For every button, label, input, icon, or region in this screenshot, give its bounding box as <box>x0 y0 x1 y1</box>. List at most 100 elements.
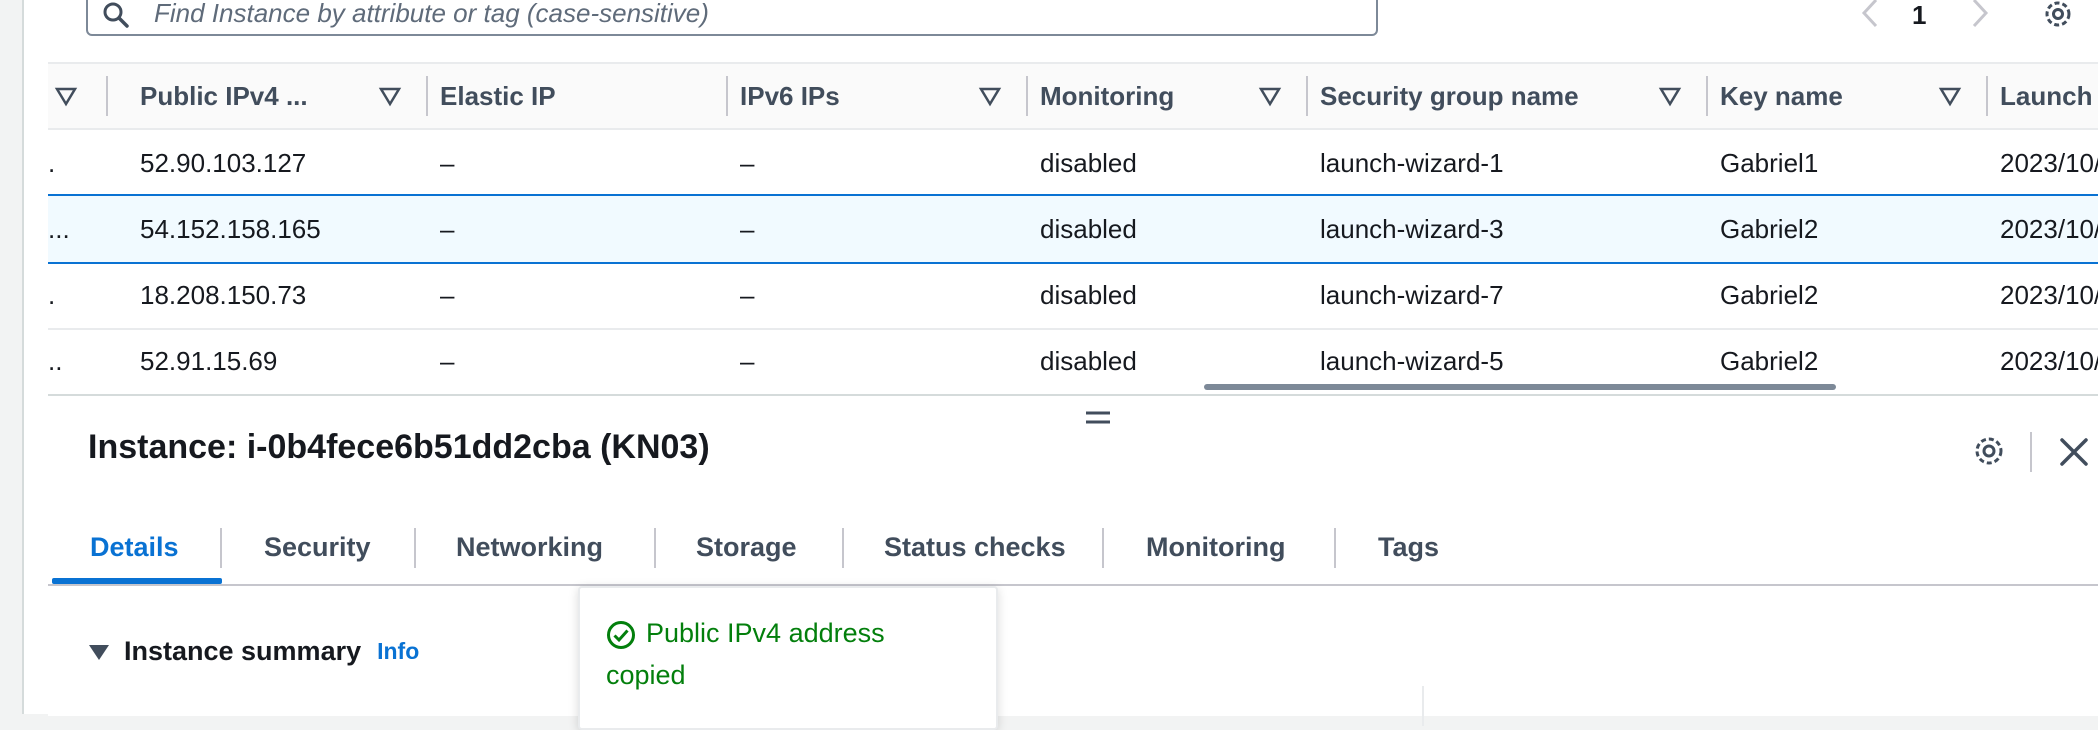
column-separator[interactable] <box>1306 76 1308 116</box>
column-header-key-name[interactable]: Key name <box>1720 64 1990 128</box>
cell-truncated: . <box>48 279 56 310</box>
cell-truncated: .. <box>48 345 63 376</box>
tab-separator <box>654 528 656 568</box>
cell-monitoring: disabled <box>1040 213 1137 244</box>
drag-handle-icon[interactable] <box>1084 408 1112 428</box>
cell-launch-time: 2023/10/ <box>2000 147 2098 178</box>
cell-monitoring: disabled <box>1040 279 1137 310</box>
instance-details-panel: Instance: i-0b4fece6b51dd2cba (KN03) Det… <box>48 394 2098 730</box>
cell-launch-time: 2023/10/ <box>2000 279 2098 310</box>
sort-icon[interactable] <box>378 84 402 108</box>
ec2-console: 1 Public IPv4 ... Elastic IP IPv6 IPs <box>22 0 2098 730</box>
column-label: Security group name <box>1320 80 1579 111</box>
tab-separator <box>1334 528 1336 568</box>
column-label: Launch ti <box>2000 80 2098 111</box>
cell-key-name: Gabriel2 <box>1720 279 1819 310</box>
info-link[interactable]: Info <box>377 638 419 665</box>
caret-down-icon[interactable] <box>88 643 110 661</box>
column-separator[interactable] <box>1706 76 1708 116</box>
cell-key-name: Gabriel2 <box>1720 213 1819 244</box>
tab-tags[interactable]: Tags <box>1378 510 1439 584</box>
search-icon <box>103 2 129 28</box>
tab-separator <box>1102 528 1104 568</box>
table-row-selected[interactable]: ... 54.152.158.165 – – disabled launch-w… <box>48 194 2098 264</box>
column-header-elastic-ip[interactable]: Elastic IP <box>440 64 730 128</box>
table-row[interactable]: . 18.208.150.73 – – disabled launch-wiza… <box>48 262 2098 330</box>
table-header: Public IPv4 ... Elastic IP IPv6 IPs Moni… <box>48 64 2098 130</box>
close-icon[interactable] <box>2058 436 2090 468</box>
horizontal-scrollbar[interactable] <box>1204 384 1836 390</box>
tab-status-checks[interactable]: Status checks <box>884 510 1066 584</box>
copy-success-popover: Public IPv4 address copied <box>578 586 998 730</box>
instances-table: Public IPv4 ... Elastic IP IPv6 IPs Moni… <box>48 62 2098 398</box>
copy-success-message: Public IPv4 address copied <box>606 618 885 690</box>
column-header-ipv6[interactable]: IPv6 IPs <box>740 64 1030 128</box>
column-label: Elastic IP <box>440 80 556 111</box>
tab-storage[interactable]: Storage <box>696 510 797 584</box>
cell-launch-time: 2023/10/ <box>2000 345 2098 376</box>
gear-icon[interactable] <box>2040 0 2076 32</box>
column-separator[interactable] <box>1026 76 1028 116</box>
column-separator[interactable] <box>726 76 728 116</box>
section-title: Instance summary <box>124 636 362 666</box>
cell-public-ipv4[interactable]: 52.90.103.127 <box>140 130 306 196</box>
instance-summary-header[interactable]: Instance summary Info <box>88 636 419 667</box>
column-header-public-ipv4[interactable]: Public IPv4 ... <box>140 64 430 128</box>
cell-launch-time: 2023/10/ <box>2000 213 2098 244</box>
cell-security-group[interactable]: launch-wizard-1 <box>1320 130 1504 196</box>
detail-tabs: Details Security Networking Storage Stat… <box>48 510 2098 586</box>
tab-details[interactable]: Details <box>90 510 179 584</box>
cell-public-ipv4[interactable]: 54.152.158.165 <box>140 196 321 262</box>
sort-icon[interactable] <box>54 84 78 108</box>
cell-truncated: ... <box>48 213 70 244</box>
active-tab-indicator <box>52 578 222 584</box>
cell-monitoring: disabled <box>1040 345 1137 376</box>
cell-key-name: Gabriel1 <box>1720 147 1819 178</box>
cell-truncated: . <box>48 147 56 178</box>
column-header-security-group[interactable]: Security group name <box>1320 64 1710 128</box>
current-page[interactable]: 1 <box>1912 0 1926 31</box>
sort-icon[interactable] <box>1258 84 1282 108</box>
sort-icon[interactable] <box>1938 84 1962 108</box>
tab-separator <box>842 528 844 568</box>
column-separator[interactable] <box>1986 76 1988 116</box>
panel-title: Instance: i-0b4fece6b51dd2cba (KN03) <box>88 428 710 466</box>
cell-security-group[interactable]: launch-wizard-7 <box>1320 262 1504 328</box>
cell-elastic-ip: – <box>440 147 455 178</box>
chevron-left-icon[interactable] <box>1856 0 1886 30</box>
tab-separator <box>414 528 416 568</box>
divider <box>2030 432 2032 472</box>
cell-elastic-ip: – <box>440 279 455 310</box>
column-separator[interactable] <box>106 76 108 116</box>
chevron-right-icon[interactable] <box>1964 0 1994 30</box>
tab-networking[interactable]: Networking <box>456 510 603 584</box>
table-row[interactable]: . 52.90.103.127 – – disabled launch-wiza… <box>48 130 2098 198</box>
column-header-launch-time[interactable]: Launch ti <box>2000 64 2098 128</box>
column-label: IPv6 IPs <box>740 80 840 111</box>
sort-icon[interactable] <box>1658 84 1682 108</box>
sort-icon[interactable] <box>978 84 1002 108</box>
tab-separator <box>220 528 222 568</box>
cell-ipv6: – <box>740 279 755 310</box>
tab-security[interactable]: Security <box>264 510 371 584</box>
column-label: Monitoring <box>1040 80 1175 111</box>
divider <box>1422 686 1424 726</box>
column-header-truncated[interactable] <box>48 64 128 128</box>
cell-ipv6: – <box>740 213 755 244</box>
column-label: Public IPv4 ... <box>140 80 308 111</box>
column-label: Key name <box>1720 80 1843 111</box>
cell-elastic-ip: – <box>440 213 455 244</box>
gear-icon[interactable] <box>1970 432 2008 470</box>
cell-security-group[interactable]: launch-wizard-3 <box>1320 196 1504 262</box>
cell-ipv6: – <box>740 345 755 376</box>
tab-monitoring[interactable]: Monitoring <box>1146 510 1285 584</box>
cell-public-ipv4[interactable]: 52.91.15.69 <box>140 328 277 394</box>
cell-elastic-ip: – <box>440 345 455 376</box>
cell-public-ipv4[interactable]: 18.208.150.73 <box>140 262 306 328</box>
column-separator[interactable] <box>426 76 428 116</box>
instance-search[interactable] <box>86 0 1378 36</box>
search-input[interactable] <box>152 0 1356 30</box>
cell-ipv6: – <box>740 147 755 178</box>
cell-monitoring: disabled <box>1040 147 1137 178</box>
column-header-monitoring[interactable]: Monitoring <box>1040 64 1310 128</box>
